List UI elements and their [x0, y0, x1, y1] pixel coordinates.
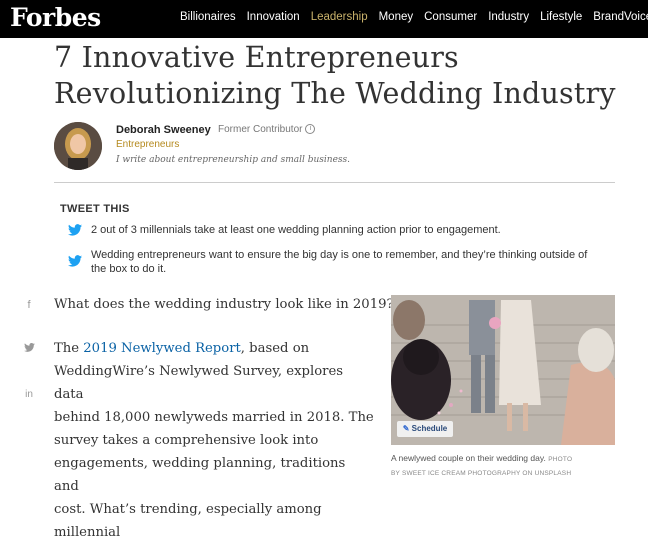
photo-credit-prefix: PHOTO [548, 456, 573, 463]
schedule-label: Schedule [411, 424, 448, 433]
paragraph-2-line: engagements, wedding planning, tradition… [54, 456, 346, 494]
tweet-this-heading: TWEET THIS [60, 203, 130, 215]
nav-item-brandvoice[interactable]: BrandVoice [593, 11, 648, 23]
paragraph-2-line: cost. What’s trending, especially among … [54, 502, 322, 540]
info-icon[interactable]: i [305, 124, 316, 135]
author-category[interactable]: Entrepreneurs [116, 139, 179, 150]
twitter-bird-icon [68, 224, 82, 236]
author-bio: I write about entrepreneurship and small… [116, 155, 351, 165]
nav-item-leadership[interactable]: Leadership [311, 11, 368, 23]
nav-item-lifestyle[interactable]: Lifestyle [540, 11, 582, 23]
newlywed-report-link[interactable]: 2019 Newlywed Report [83, 341, 241, 356]
paragraph-2-prefix: The [54, 341, 84, 356]
author-name[interactable]: Deborah Sweeney [116, 124, 211, 136]
schedule-button[interactable]: ✎ Schedule [397, 421, 453, 437]
tweet-text: Wedding entrepreneurs want to ensure the… [91, 249, 588, 275]
paragraph-2-line: , based on [240, 341, 310, 356]
schedule-icon: ✎ [402, 424, 410, 433]
twitter-share-icon[interactable] [22, 343, 36, 355]
paragraph-2-line: behind 18,000 newlyweds married in 2018.… [54, 410, 374, 425]
paragraph-2-line: WeddingWire’s Newlywed Survey, explores … [54, 364, 344, 402]
tweet-item[interactable]: Wedding entrepreneurs want to ensure the… [68, 248, 591, 276]
twitter-icon [23, 343, 35, 352]
linkedin-share-icon[interactable]: in [22, 389, 36, 400]
nav-item-billionaires[interactable]: Billionaires [180, 11, 236, 23]
caption-text: A newlywed couple on their wedding day. [391, 453, 546, 463]
nav-item-innovation[interactable]: Innovation [247, 11, 300, 23]
author-role-text: Former Contributor [218, 124, 303, 135]
top-navigation-bar: Forbes Billionaires Innovation Leadershi… [0, 0, 648, 38]
tweet-item[interactable]: 2 out of 3 millennials take at least one… [68, 223, 591, 237]
article-title: 7 Innovative Entrepreneurs Revolutionizi… [54, 41, 616, 110]
twitter-bird-icon [68, 255, 82, 267]
photo-credit: BY SWEET ICE CREAM PHOTOGRAPHY ON UNSPLA… [391, 470, 572, 477]
paragraph-1: What does the wedding industry look like… [54, 297, 394, 312]
divider [54, 182, 615, 183]
author-avatar[interactable] [54, 122, 102, 170]
paragraph-2: The 2019 Newlywed Report, based on Weddi… [54, 337, 374, 544]
facebook-share-icon[interactable]: f [22, 299, 36, 311]
author-role: Former Contributor i [218, 124, 316, 135]
main-nav: Billionaires Innovation Leadership Money… [180, 11, 648, 23]
nav-item-money[interactable]: Money [379, 11, 414, 23]
nav-item-consumer[interactable]: Consumer [424, 11, 477, 23]
tweet-text: 2 out of 3 millennials take at least one… [91, 224, 501, 236]
nav-item-industry[interactable]: Industry [488, 11, 529, 23]
forbes-logo[interactable]: Forbes [10, 3, 101, 32]
paragraph-2-line: survey takes a comprehensive look into [54, 433, 319, 448]
photo-caption: A newlywed couple on their wedding day. … [391, 452, 621, 480]
